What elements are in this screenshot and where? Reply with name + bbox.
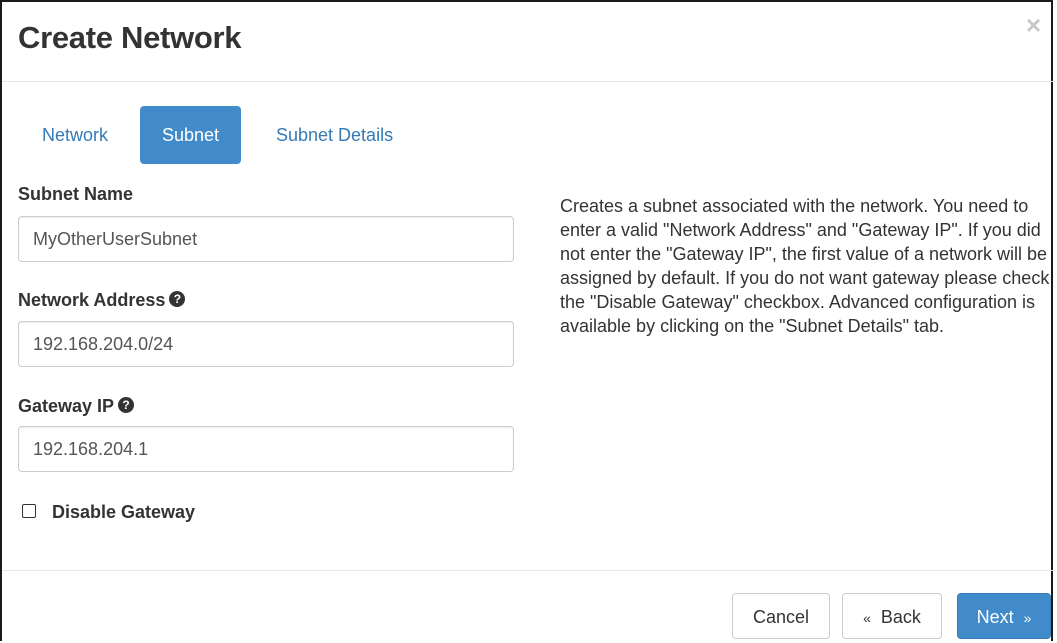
network-address-input[interactable]: 192.168.204.0/24 — [18, 321, 514, 367]
gateway-ip-label-text: Gateway IP — [18, 396, 115, 416]
create-network-modal: Create Network × Network Subnet Subnet D… — [0, 0, 1055, 643]
tab-subnet[interactable]: Subnet — [140, 106, 242, 164]
cancel-button[interactable]: Cancel — [732, 593, 830, 639]
next-button[interactable]: Next » — [957, 593, 1051, 639]
tab-network[interactable]: Network — [20, 106, 130, 164]
back-button-label: Back — [880, 607, 921, 627]
close-icon[interactable]: × — [1026, 12, 1041, 38]
next-chevron-icon: » — [1023, 610, 1032, 626]
subnet-description: Creates a subnet associated with the net… — [560, 196, 1050, 336]
disable-gateway-row: Disable Gateway — [22, 502, 195, 523]
tab-subnet-details[interactable]: Subnet Details — [254, 106, 415, 164]
network-address-label: Network Address? — [18, 290, 186, 311]
network-address-label-text: Network Address — [18, 290, 166, 310]
modal-title: Create Network — [18, 20, 242, 55]
disable-gateway-label: Disable Gateway — [52, 502, 196, 522]
next-button-label: Next — [976, 607, 1014, 627]
back-button[interactable]: « Back — [842, 593, 942, 639]
gateway-ip-input[interactable]: 192.168.204.1 — [18, 426, 514, 472]
disable-gateway-checkbox[interactable] — [22, 504, 36, 519]
subnet-name-input[interactable]: MyOtherUserSubnet — [18, 216, 514, 262]
modal-header: Create Network × — [2, 2, 1055, 82]
help-icon[interactable]: ? — [169, 291, 186, 308]
modal-footer: Cancel « Back Next » — [2, 570, 1055, 643]
help-icon[interactable]: ? — [118, 397, 135, 414]
back-chevron-icon: « — [863, 610, 871, 626]
gateway-ip-label: Gateway IP? — [18, 396, 135, 417]
subnet-name-label: Subnet Name — [18, 184, 134, 204]
